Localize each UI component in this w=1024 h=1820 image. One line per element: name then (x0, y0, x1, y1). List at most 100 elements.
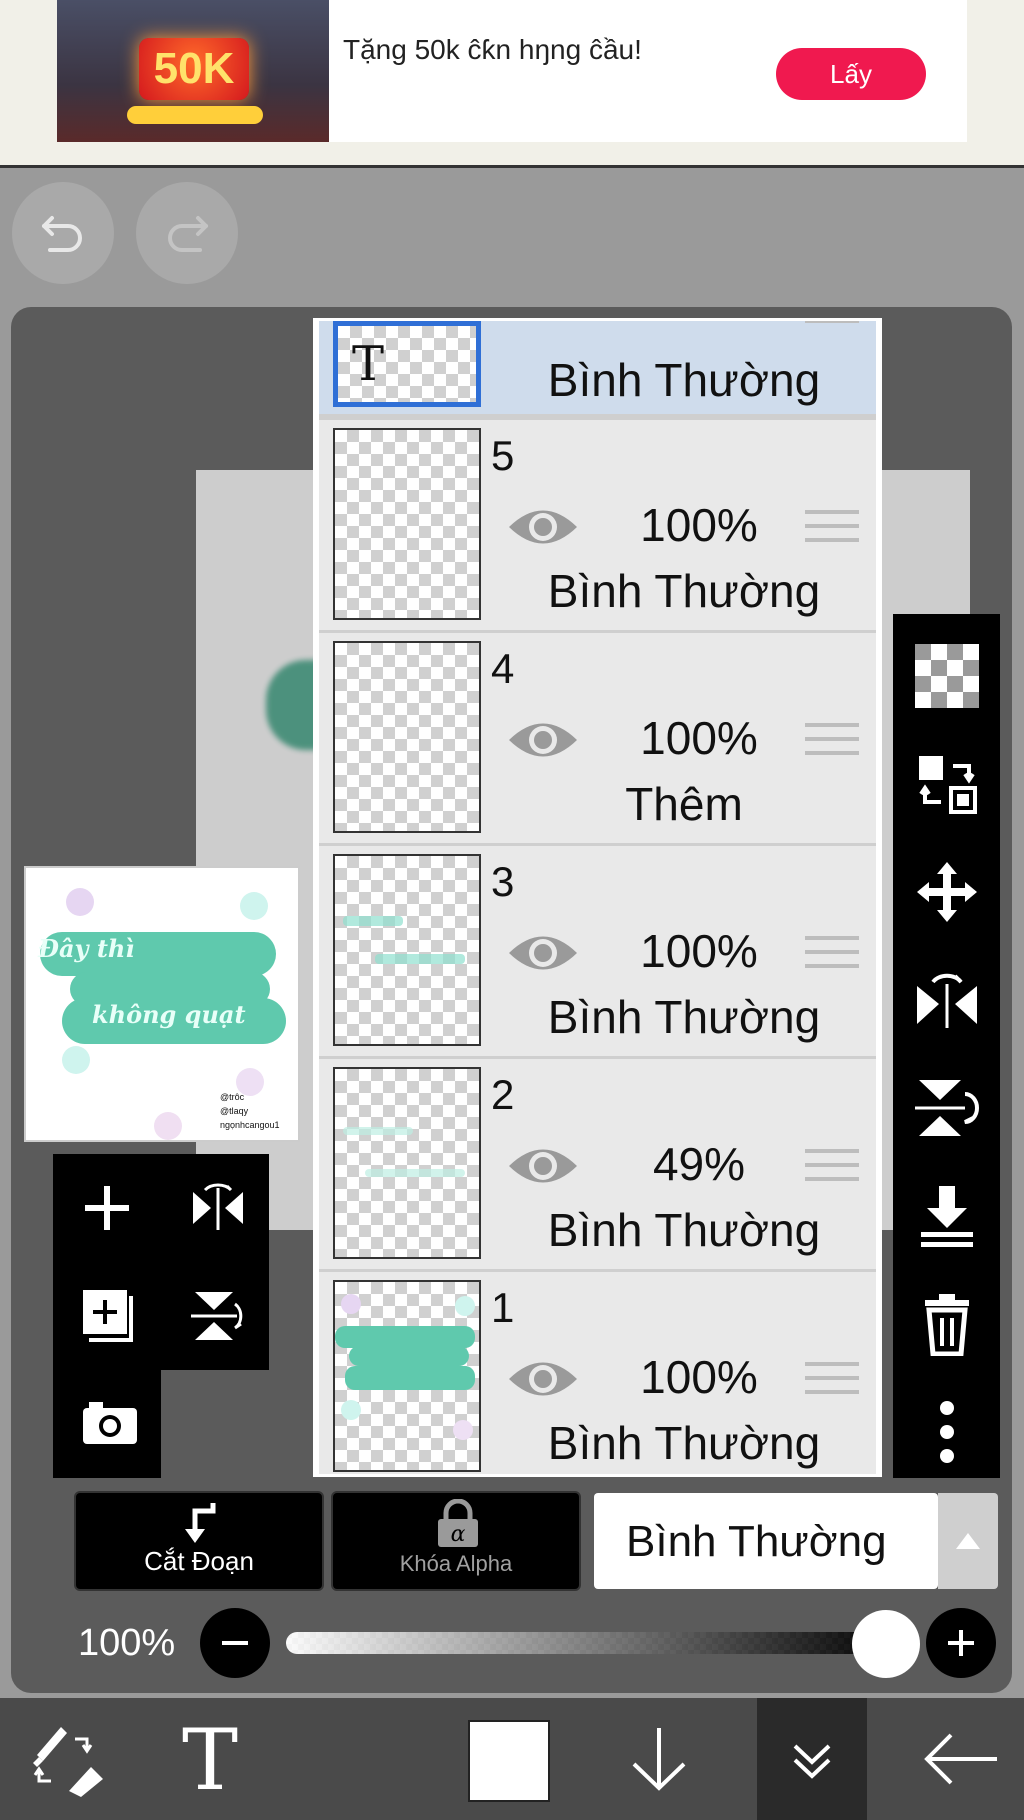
drag-handle-icon[interactable] (805, 1149, 859, 1191)
opacity-increase-button[interactable] (926, 1608, 996, 1678)
credit-line: ngọnhcangou1 (220, 1120, 280, 1130)
opacity-decrease-button[interactable] (200, 1608, 270, 1678)
redo-button[interactable] (136, 182, 238, 284)
opacity-slider-knob[interactable] (852, 1610, 920, 1678)
credit-line: @tlaqy (220, 1106, 249, 1116)
alpha-lock-label: Khóa Alpha (399, 1551, 513, 1576)
clip-button[interactable]: Cắt Đoạn (74, 1491, 324, 1591)
flip-horizontal-icon (917, 973, 977, 1028)
thumb-sticker (341, 1294, 361, 1314)
undo-button[interactable] (12, 182, 114, 284)
back-button[interactable] (906, 1698, 1016, 1820)
download-arrow-icon (632, 1728, 686, 1791)
drag-handle-icon[interactable] (805, 510, 859, 552)
add-copy-layer-icon (83, 1290, 133, 1342)
drag-handle-icon[interactable] (805, 723, 859, 765)
eye-icon[interactable] (505, 1354, 581, 1404)
thumb-sticker (453, 1420, 473, 1440)
delete-layer-button[interactable] (893, 1270, 1000, 1378)
thumb-teal-stroke (335, 1326, 475, 1348)
brush-eraser-button[interactable] (10, 1698, 120, 1820)
layer-opacity: 49% (652, 1138, 746, 1190)
flip-vertical-button-right[interactable] (893, 1054, 1000, 1162)
eye-icon[interactable] (505, 928, 581, 978)
more-options-button[interactable] (893, 1378, 1000, 1486)
svg-text:α: α (451, 1522, 466, 1547)
ad-image-amount: 50K (139, 38, 249, 100)
add-layer-icon (85, 1186, 129, 1230)
add-layer-button[interactable] (53, 1154, 161, 1260)
alpha-lock-button[interactable]: α Khóa Alpha (331, 1491, 581, 1591)
svg-text:T: T (182, 1719, 238, 1799)
move-button[interactable] (893, 838, 1000, 946)
camera-button[interactable] (53, 1370, 161, 1476)
layer-list[interactable]: T Bình Thường 5 100% Bình Thường 4 100% … (319, 321, 876, 1474)
blend-mode-select[interactable]: Bình Thường (594, 1493, 938, 1589)
clip-label: Cắt Đoạn (144, 1546, 254, 1576)
face-sticker (240, 892, 268, 920)
text-tool-button[interactable]: T (155, 1698, 265, 1820)
swap-layers-button[interactable] (893, 730, 1000, 838)
blend-mode-value: Bình Thường (626, 1517, 887, 1566)
minus-icon (222, 1641, 248, 1645)
eye-icon[interactable] (505, 502, 581, 552)
add-copy-layer-button[interactable] (53, 1260, 161, 1366)
layer-row-text[interactable]: T Bình Thường (319, 321, 876, 414)
preview-caption-line1: Đây thì (38, 934, 135, 963)
undo-icon (42, 216, 82, 252)
merge-down-button[interactable] (893, 1162, 1000, 1270)
redo-icon (168, 216, 208, 252)
clip-arrow-icon (185, 1503, 216, 1543)
layer-side-toolbar (893, 614, 1000, 1478)
face-sticker (66, 888, 94, 916)
thumb-text-strokes (375, 954, 465, 964)
layer-thumbnail (333, 641, 481, 833)
triangle-up-icon (956, 1533, 980, 1549)
brush-eraser-icon (33, 1727, 103, 1797)
face-sticker (62, 1046, 90, 1074)
layer-panel[interactable]: T Bình Thường 5 100% Bình Thường 4 100% … (313, 318, 882, 1477)
opacity-slider[interactable] (286, 1632, 886, 1654)
thumb-text-strokes (343, 1127, 413, 1135)
eye-icon[interactable] (505, 1141, 581, 1191)
layer-blend-mode: Bình Thường (547, 565, 821, 617)
layer-blend-mode: Thêm (625, 778, 743, 830)
layer-number: 4 (491, 645, 515, 692)
ad-bar: 50K Tặng 50k ĉƙn hŋng ĉầu! Lấy (0, 0, 1024, 168)
color-swatch[interactable] (468, 1720, 550, 1802)
drag-handle-icon[interactable] (805, 1362, 859, 1404)
layer-row-3[interactable]: 3 100% Bình Thường (319, 846, 876, 1056)
ad-banner[interactable]: 50K Tặng 50k ĉƙn hŋng ĉầu! Lấy (57, 0, 967, 142)
plus-icon (948, 1630, 974, 1656)
ad-claim-button[interactable]: Lấy (776, 48, 926, 100)
layer-blend-mode: Bình Thường (547, 1204, 821, 1256)
flip-layer-button[interactable] (161, 1154, 269, 1260)
flip-icon (193, 1183, 243, 1230)
back-arrow-icon (924, 1733, 997, 1785)
preview-credit: @trôc @tlaqy ngọnhcangou1 (220, 1090, 280, 1132)
canvas-preview[interactable]: Đây thì không quạt @trôc @tlaqy ngọnhcan… (24, 866, 300, 1142)
collapse-button[interactable] (757, 1698, 867, 1820)
move-icon (917, 862, 977, 922)
ad-image[interactable]: 50K (57, 0, 329, 142)
swap-layers-icon (919, 756, 977, 814)
layer-opacity: 100% (640, 499, 758, 551)
eye-icon[interactable] (505, 715, 581, 765)
layer-row-5[interactable]: 5 100% Bình Thường (319, 420, 876, 630)
ad-text: Tặng 50k ĉƙn hŋng ĉầu! (343, 34, 642, 65)
layer-row-4[interactable]: 4 100% Thêm (319, 633, 876, 843)
layer-row-1[interactable]: 1 100% Bình Thường (319, 1272, 876, 1474)
layer-opacity: 100% (640, 1351, 758, 1403)
download-button[interactable] (604, 1698, 714, 1820)
layer-row-2[interactable]: 2 49% Bình Thường (319, 1059, 876, 1269)
drag-handle-icon[interactable] (805, 936, 859, 978)
blend-mode-dropdown[interactable] (938, 1493, 998, 1589)
thumb-sticker (341, 1400, 361, 1420)
layer-blend-mode: Bình Thường (547, 1417, 821, 1469)
flip-vertical-button[interactable] (161, 1260, 269, 1366)
text-icon: T (182, 1719, 238, 1799)
transparency-button[interactable] (893, 622, 1000, 730)
flip-horizontal-button[interactable] (893, 946, 1000, 1054)
drag-handle-icon[interactable] (805, 321, 859, 333)
lock-icon: α (438, 1499, 478, 1547)
